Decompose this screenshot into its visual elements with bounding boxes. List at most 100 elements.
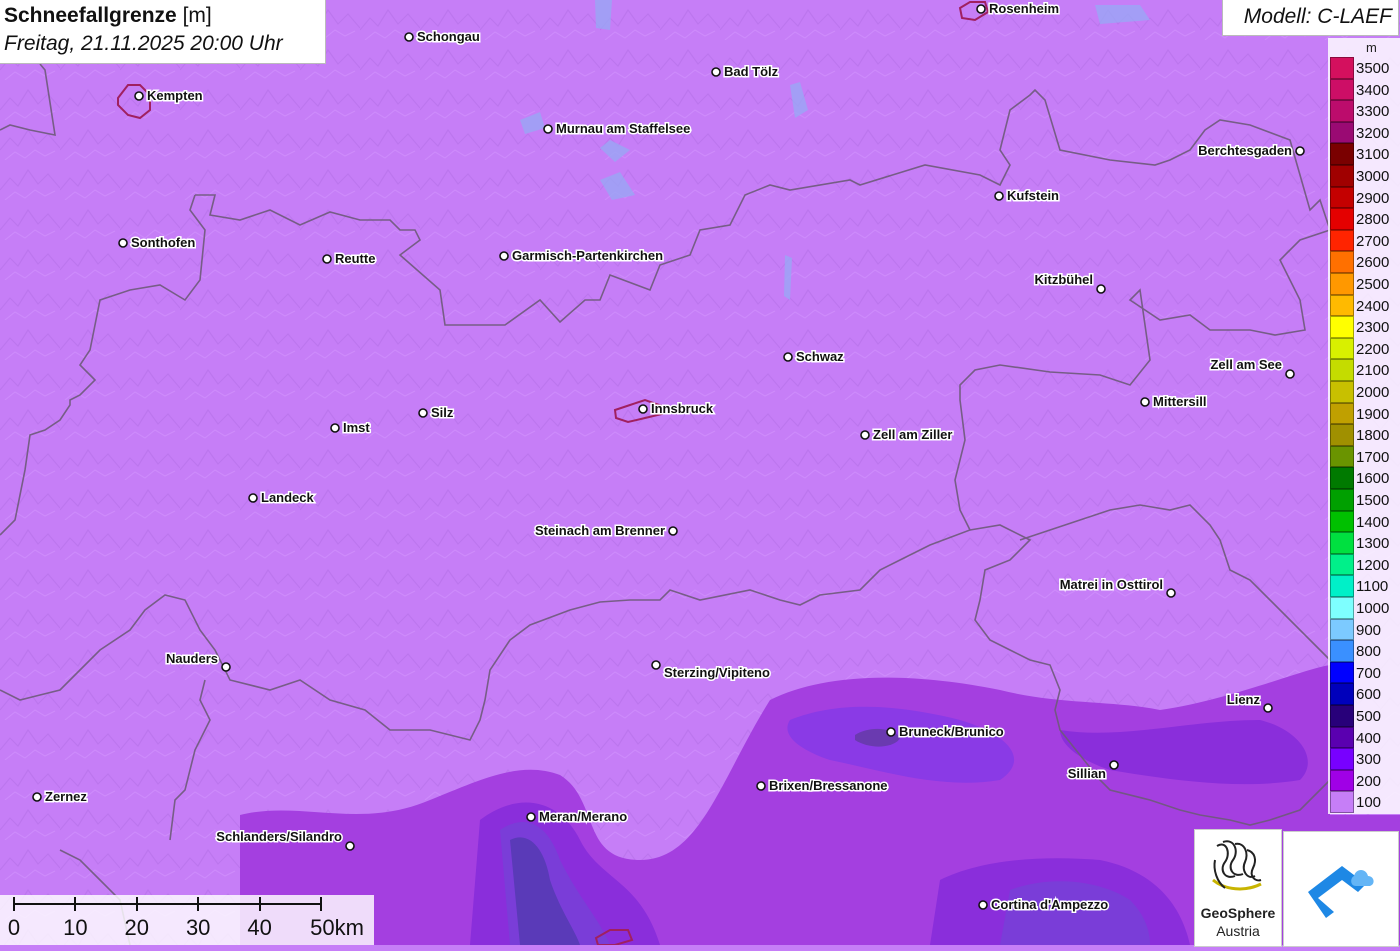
city-label: Bad Tölz: [724, 64, 779, 79]
city-label: Kitzbühel: [1035, 272, 1094, 287]
city-marker[interactable]: Cortina d'Ampezzo: [978, 896, 1110, 914]
geosphere-logo-name: GeoSphere: [1200, 905, 1276, 921]
legend-entry: 1400: [1330, 510, 1398, 533]
city-label: Nauders: [166, 651, 218, 666]
city-dot: [526, 812, 536, 822]
legend-swatch: [1330, 575, 1354, 597]
city-dot: [1285, 369, 1295, 379]
city-marker[interactable]: Innsbruck: [638, 400, 715, 418]
city-dot: [543, 124, 553, 134]
geosphere-logo-country: Austria: [1216, 923, 1260, 939]
legend-swatch: [1330, 661, 1354, 684]
city-marker[interactable]: Sonthofen: [118, 234, 197, 252]
color-legend: m 3500 3400 3300 3200 3100 3000 2900 2800 2700 26…: [1328, 38, 1400, 814]
city-marker[interactable]: Steinach am Brenner: [533, 522, 678, 540]
scale-bar: 0 10 20 30 40 50km: [0, 895, 374, 945]
legend-label: 1200: [1356, 556, 1390, 574]
legend-label: 3400: [1356, 81, 1390, 99]
city-dot: [1140, 397, 1150, 407]
legend-swatch: [1330, 402, 1354, 425]
city-label: Matrei in Osttirol: [1060, 577, 1163, 592]
city-marker[interactable]: Zell am Ziller: [860, 426, 954, 444]
city-label: Kufstein: [1007, 188, 1059, 203]
legend-swatch: [1330, 143, 1354, 165]
city-marker[interactable]: Garmisch-Partenkirchen: [499, 247, 665, 265]
city-marker[interactable]: Schongau: [404, 28, 481, 46]
city-dot: [221, 662, 231, 672]
legend-label: 2900: [1356, 189, 1390, 207]
scale-label: 20: [124, 915, 150, 940]
city-marker[interactable]: Bruneck/Brunico: [886, 723, 1005, 741]
legend-entry: 1500: [1330, 489, 1398, 511]
model-panel: Modell: C-LAEF: [1222, 0, 1399, 36]
scale-label: 0: [7, 915, 21, 940]
legend-label: 1400: [1356, 513, 1390, 531]
city-label: Sterzing/Vipiteno: [664, 665, 770, 680]
legend-swatch: [1330, 121, 1354, 144]
legend-entry: 2000: [1330, 381, 1398, 403]
scale-tick: [320, 897, 322, 911]
city-label: Zell am See: [1210, 357, 1282, 372]
city-label: Berchtesgaden: [1198, 143, 1292, 158]
city-dot: [32, 792, 42, 802]
city-marker[interactable]: Berchtesgaden: [1197, 142, 1305, 160]
city-dot: [345, 841, 355, 851]
city-marker[interactable]: Meran/Merano: [526, 808, 629, 826]
city-label: Zell am Ziller: [873, 427, 952, 442]
legend-entry: 2700: [1330, 229, 1398, 252]
city-label: Silz: [431, 405, 454, 420]
legend-label: 500: [1356, 708, 1382, 725]
scale-tick: [135, 897, 138, 911]
weather-app-logo[interactable]: [1283, 831, 1399, 947]
legend-entry: 1800: [1330, 424, 1398, 446]
city-marker[interactable]: Rosenheim: [976, 0, 1061, 18]
city-dot: [1096, 284, 1106, 294]
city-dot: [638, 404, 648, 414]
city-label: Zernez: [45, 789, 87, 804]
legend-label: 3200: [1356, 124, 1390, 142]
legend-swatch: [1330, 489, 1354, 511]
legend-label: 2700: [1356, 232, 1390, 250]
city-label: Garmisch-Partenkirchen: [512, 248, 663, 263]
legend-label: 1800: [1356, 427, 1390, 445]
city-dot: [994, 191, 1004, 201]
city-dot: [499, 251, 509, 261]
legend-entry: 3400: [1330, 78, 1398, 101]
legend-swatch: [1330, 705, 1354, 727]
city-marker[interactable]: Murnau am Staffelsee: [543, 120, 692, 138]
city-dot: [711, 67, 721, 77]
legend-entry: 1600: [1330, 467, 1398, 489]
scale-tick: [13, 897, 15, 911]
legend-swatch: [1330, 769, 1354, 792]
city-label: Steinach am Brenner: [535, 523, 665, 538]
scale-label: 50km: [310, 915, 364, 940]
geosphere-logo[interactable]: GeoSphere Austria: [1194, 829, 1282, 947]
legend-swatch: [1330, 251, 1354, 273]
legend-label: 800: [1356, 643, 1382, 661]
legend-label: 3000: [1356, 168, 1390, 185]
city-label: Rosenheim: [989, 1, 1059, 16]
legend-label: 1900: [1356, 405, 1390, 423]
city-label: Meran/Merano: [539, 809, 627, 824]
city-label: Innsbruck: [651, 401, 714, 416]
city-marker[interactable]: Brixen/Bressanone: [756, 777, 889, 795]
legend-swatch: [1330, 294, 1354, 317]
legend-swatch: [1330, 467, 1354, 489]
city-label: Imst: [343, 420, 370, 435]
city-dot: [404, 32, 414, 42]
legend-entry: 2900: [1330, 186, 1398, 209]
legend-entry: 1000: [1330, 597, 1398, 619]
legend-entry: 800: [1330, 640, 1398, 662]
city-label: Lienz: [1227, 692, 1261, 707]
legend-label: 2800: [1356, 211, 1390, 229]
city-dot: [418, 408, 428, 418]
legend-label: 2300: [1356, 319, 1390, 337]
legend-entry: 3300: [1330, 100, 1398, 122]
city-label: Sonthofen: [131, 235, 195, 250]
legend-label: 3300: [1356, 103, 1390, 121]
legend-swatch: [1330, 100, 1354, 122]
legend-swatch: [1330, 381, 1354, 403]
legend-label: 600: [1356, 686, 1382, 704]
snowfall-line-map[interactable]: Rosenheim Schongau Bad Tölz Kempten Murnau a…: [0, 0, 1400, 945]
legend-entry: 2500: [1330, 273, 1398, 295]
